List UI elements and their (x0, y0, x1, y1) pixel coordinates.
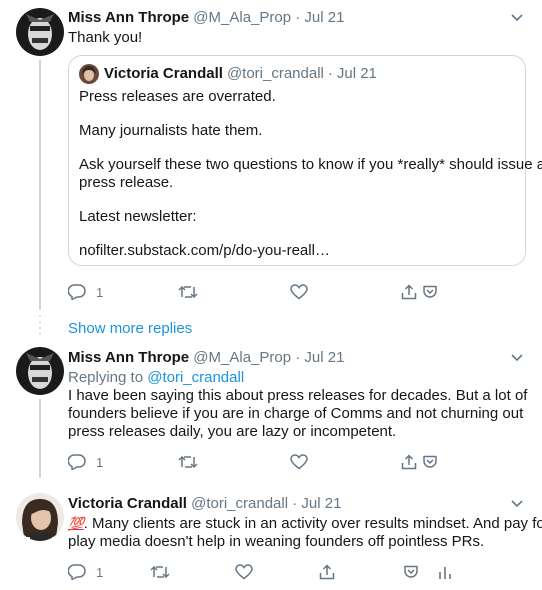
author-name[interactable]: Miss Ann Thrope (68, 9, 189, 26)
pocket-button[interactable] (422, 284, 438, 300)
separator-dot: · (295, 349, 301, 366)
tweet-date[interactable]: Jul 21 (304, 349, 344, 366)
author-handle[interactable]: @tori_crandall (191, 495, 288, 512)
retweet-icon (178, 285, 198, 299)
analytics-button[interactable] (438, 564, 452, 580)
show-more-replies-link[interactable]: Show more replies (68, 319, 192, 339)
tweet-date[interactable]: Jul 21 (304, 9, 344, 26)
share-button[interactable] (319, 564, 335, 580)
retweet-icon (178, 455, 198, 469)
quoted-tweet-date: Jul 21 (336, 65, 377, 82)
quoted-text-line: Press releases are overrated. (79, 88, 276, 105)
pocket-button[interactable] (403, 564, 419, 580)
replying-to-handle[interactable]: @tori_crandall (147, 369, 244, 386)
quoted-author-handle: @tori_crandall (226, 65, 324, 82)
replying-to: Replying to @tori_crandall (68, 368, 244, 388)
tweet-text-segment: . Many clients are stuck in an activity … (83, 515, 542, 532)
reply-button[interactable]: 1 (68, 284, 103, 300)
reply-icon (68, 564, 86, 580)
author-name[interactable]: Miss Ann Thrope (68, 349, 189, 366)
tweet-text-line: 💯. Many clients are stuck in an activity… (68, 514, 542, 534)
thread-dot (39, 333, 41, 335)
share-button[interactable] (401, 454, 417, 470)
reply-count: 1 (96, 564, 104, 580)
quoted-text-line: press release. (79, 174, 174, 191)
thread-dot (39, 321, 41, 323)
reply-count: 1 (96, 284, 104, 300)
like-button[interactable] (290, 454, 308, 470)
tweet-text-line: I have been saying this about press rele… (68, 387, 528, 404)
pocket-icon (423, 285, 437, 298)
reply-count: 1 (96, 454, 104, 470)
tweet-text: Thank you! (68, 29, 143, 46)
chevron-down-icon (511, 354, 523, 362)
like-icon (290, 454, 308, 470)
like-button[interactable] (290, 284, 308, 300)
more-options-button[interactable] (508, 495, 526, 513)
quoted-text-line: Latest newsletter: (79, 208, 197, 225)
avatar-victoria-crandall-small (79, 64, 99, 84)
thread-line (39, 60, 41, 310)
quoted-tweet-header: Victoria Crandall @tori_crandall · Jul 2… (79, 64, 377, 84)
thread-dot (39, 315, 41, 317)
author-name[interactable]: Victoria Crandall (68, 495, 187, 512)
tweet-date[interactable]: Jul 21 (301, 495, 341, 512)
separator-dot: · (292, 495, 298, 512)
more-options-button[interactable] (508, 9, 526, 27)
reply-icon (68, 284, 86, 300)
separator-dot: · (327, 65, 333, 82)
quoted-tweet[interactable]: Victoria Crandall @tori_crandall · Jul 2… (68, 55, 542, 266)
share-icon (401, 454, 417, 470)
author-handle[interactable]: @M_Ala_Prop (193, 349, 291, 366)
retweet-icon (150, 565, 170, 579)
analytics-icon (439, 567, 451, 579)
retweet-button[interactable] (178, 284, 198, 300)
quoted-author-name: Victoria Crandall (104, 65, 223, 82)
tweet-text-line: play media doesn't help in weaning found… (68, 533, 485, 550)
tweet-text-line: press releases daily, you are lazy or in… (68, 423, 397, 440)
quoted-text-line: Many journalists hate them. (79, 122, 263, 139)
thread-line (39, 399, 41, 478)
pocket-icon (423, 455, 437, 468)
like-icon (235, 564, 253, 580)
hundred-points-emoji: 💯 (68, 516, 84, 531)
reply-icon (68, 454, 86, 470)
quoted-link[interactable]: nofilter.substack.com/p/do-you-reall… (79, 241, 330, 261)
chevron-down-icon (511, 14, 523, 22)
share-button[interactable] (401, 284, 417, 300)
retweet-button[interactable] (178, 454, 198, 470)
avatar-victoria-crandall[interactable] (16, 493, 64, 541)
share-icon (319, 564, 335, 580)
tweet-header: Miss Ann Thrope @M_Ala_Prop · Jul 21 (68, 348, 344, 368)
reply-button[interactable]: 1 (68, 454, 103, 470)
like-button[interactable] (235, 564, 253, 580)
avatar-miss-ann-thrope[interactable] (16, 8, 64, 56)
replying-to-label: Replying to (68, 369, 144, 386)
pocket-button[interactable] (422, 454, 438, 470)
like-icon (290, 284, 308, 300)
tweet-header: Miss Ann Thrope @M_Ala_Prop · Jul 21 (68, 8, 344, 28)
quoted-text-line: Ask yourself these two questions to know… (79, 156, 542, 173)
share-icon (401, 284, 417, 300)
thread-dot (39, 327, 41, 329)
tweet-header: Victoria Crandall @tori_crandall · Jul 2… (68, 494, 341, 514)
avatar-miss-ann-thrope[interactable] (16, 347, 64, 395)
more-options-button[interactable] (508, 349, 526, 367)
author-handle[interactable]: @M_Ala_Prop (193, 9, 291, 26)
reply-button[interactable]: 1 (68, 564, 103, 580)
retweet-button[interactable] (150, 564, 170, 580)
separator-dot: · (295, 9, 301, 26)
chevron-down-icon (511, 500, 523, 508)
pocket-icon (404, 565, 418, 578)
tweet-text-line: founders believe if you are in charge of… (68, 405, 524, 422)
